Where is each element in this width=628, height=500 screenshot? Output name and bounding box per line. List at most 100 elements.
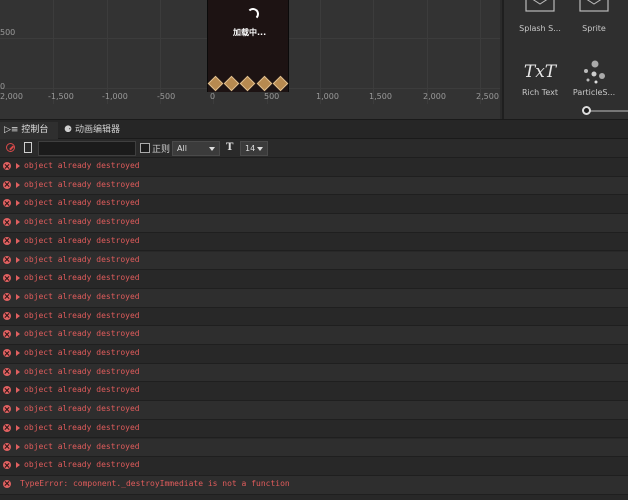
log-message: object already destroyed — [24, 217, 140, 227]
log-level-select[interactable]: All — [172, 141, 220, 156]
log-row[interactable]: object already destroyed — [0, 363, 628, 383]
log-row[interactable]: object already destroyed — [0, 270, 628, 289]
x-axis-tick: 2,500 — [476, 92, 499, 101]
log-message: object already destroyed — [24, 254, 140, 264]
log-message: object already destroyed — [24, 460, 140, 470]
error-icon — [3, 479, 11, 488]
log-row[interactable]: object already destroyed — [0, 233, 628, 252]
film-icon: ⚈ — [64, 125, 73, 135]
regex-checkbox[interactable] — [140, 143, 150, 153]
log-row[interactable]: TypeError: component._destroyImmediate i… — [0, 475, 628, 495]
chevron-down-icon — [209, 147, 215, 151]
log-row[interactable]: object already destroyed — [0, 382, 628, 402]
log-message: object already destroyed — [24, 348, 140, 357]
log-row[interactable]: object already destroyed — [0, 457, 628, 476]
expand-arrow-icon[interactable] — [16, 387, 20, 394]
filter-input[interactable] — [38, 141, 136, 156]
log-row[interactable]: object already destroyed — [0, 195, 628, 215]
expand-arrow-icon[interactable] — [16, 406, 20, 413]
log-row[interactable]: object already destroyed — [0, 308, 628, 327]
error-icon — [3, 292, 11, 301]
log-row[interactable]: object already destroyed — [0, 401, 628, 420]
asset-label: Sprite — [582, 24, 606, 33]
log-row[interactable]: object already destroyed — [0, 288, 628, 308]
regex-label: 正则 — [152, 145, 171, 155]
expand-arrow-icon[interactable] — [16, 293, 20, 300]
font-size-select[interactable]: 14 — [240, 141, 268, 156]
error-icon — [3, 180, 11, 189]
asset-splash-screen[interactable]: Splash S... — [510, 0, 570, 33]
open-log-file-icon[interactable] — [24, 142, 32, 153]
expand-arrow-icon[interactable] — [16, 275, 20, 282]
expand-arrow-icon[interactable] — [16, 163, 20, 169]
log-level-value: All — [177, 144, 187, 153]
error-icon — [3, 236, 11, 245]
splash-image-icon — [523, 0, 557, 24]
x-axis-tick: -500 — [157, 92, 176, 101]
tab-label: 控制台 — [21, 125, 49, 135]
log-row[interactable]: object already destroyed — [0, 214, 628, 233]
error-icon — [3, 274, 11, 283]
x-axis-tick: 500 — [264, 92, 280, 101]
log-row[interactable]: object already destroyed — [0, 326, 628, 345]
error-icon — [3, 423, 11, 432]
y-axis-tick: 0 — [0, 82, 6, 91]
expand-arrow-icon[interactable] — [16, 200, 20, 207]
error-icon — [3, 218, 11, 227]
error-icon — [3, 311, 11, 320]
thumbnail-size-slider[interactable] — [588, 110, 628, 112]
error-icon — [3, 386, 11, 395]
log-row[interactable]: object already destroyed — [0, 420, 628, 439]
error-icon — [3, 162, 11, 170]
rich-text-icon: TxT — [523, 62, 557, 82]
expand-arrow-icon[interactable] — [16, 219, 20, 226]
expand-arrow-icon[interactable] — [16, 443, 20, 450]
log-row[interactable]: object already destroyed — [0, 438, 628, 458]
console-toolbar: 正则 All T 14 — [0, 139, 628, 158]
log-message: object already destroyed — [24, 179, 140, 189]
error-icon — [3, 442, 11, 451]
expand-arrow-icon[interactable] — [16, 312, 20, 319]
scene-view[interactable]: 500 0 2,000 -1,500 -1,000 -500 0 500 1,0… — [0, 0, 500, 119]
log-message: object already destroyed — [24, 291, 140, 301]
asset-rich-text[interactable]: TxT Rich Text — [510, 58, 570, 97]
expand-arrow-icon[interactable] — [16, 424, 20, 431]
expand-arrow-icon[interactable] — [16, 331, 20, 338]
clear-console-icon[interactable] — [6, 143, 15, 152]
expand-arrow-icon[interactable] — [16, 368, 20, 375]
log-message: object already destroyed — [24, 273, 140, 283]
font-size-icon: T — [226, 142, 234, 153]
asset-particle-system[interactable]: ParticleS... — [564, 58, 624, 97]
error-icon — [3, 349, 11, 357]
expand-arrow-icon[interactable] — [16, 237, 20, 244]
console-log-list[interactable]: object already destroyed object already d… — [0, 158, 628, 500]
loading-text: 加载中... — [233, 28, 267, 37]
asset-sprite[interactable]: Sprite — [564, 0, 624, 33]
log-row[interactable]: object already destroyed — [0, 158, 628, 177]
expand-arrow-icon[interactable] — [16, 181, 20, 188]
error-icon — [3, 255, 11, 264]
log-message: object already destroyed — [24, 422, 140, 432]
expand-arrow-icon[interactable] — [16, 462, 20, 469]
log-row[interactable]: object already destroyed — [0, 251, 628, 271]
error-icon — [3, 367, 11, 376]
tab-animation-editor[interactable]: ⚈ 动画编辑器 — [60, 122, 130, 140]
bottom-panel-tabs: ▷≡ 控制台 ⚈ 动画编辑器 — [0, 119, 628, 140]
font-size-value: 14 — [245, 144, 256, 153]
expand-arrow-icon[interactable] — [16, 350, 20, 356]
error-icon — [3, 199, 11, 208]
log-message: object already destroyed — [24, 329, 140, 339]
error-icon — [3, 461, 11, 470]
sprite-icon — [577, 0, 611, 24]
log-row[interactable]: object already destroyed — [0, 176, 628, 196]
slider-handle[interactable] — [582, 106, 591, 115]
x-axis-tick: 2,000 — [0, 92, 23, 101]
expand-arrow-icon[interactable] — [16, 256, 20, 263]
console-icon: ▷≡ — [4, 125, 19, 135]
x-axis-tick: 1,500 — [369, 92, 392, 101]
particle-system-icon — [577, 58, 611, 88]
y-axis-tick: 500 — [0, 28, 16, 37]
log-row[interactable]: object already destroyed — [0, 345, 628, 364]
widget-library-panel: Splash S... Sprite TxT Rich Text Particl… — [502, 0, 628, 119]
tab-console[interactable]: ▷≡ 控制台 — [0, 122, 58, 140]
